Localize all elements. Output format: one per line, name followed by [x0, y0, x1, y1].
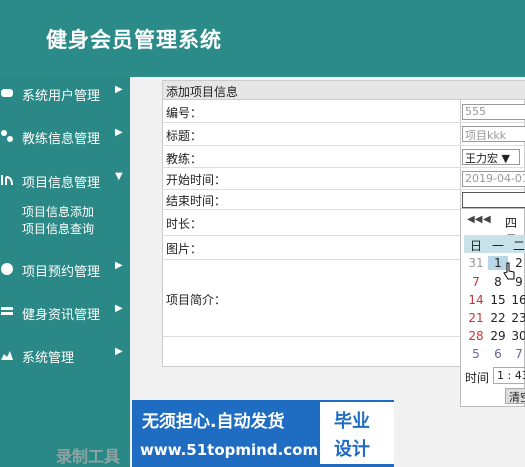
calendar-day[interactable]: 7: [466, 275, 486, 289]
calendar-day[interactable]: 28: [466, 329, 486, 343]
coach-select[interactable]: 王力宏 ▼: [462, 149, 520, 165]
weekday-label: 日: [469, 239, 482, 253]
weekday-label: 一: [491, 239, 504, 253]
chevron-right-icon: ▶: [115, 346, 123, 357]
clear-button[interactable]: 清空: [505, 388, 525, 404]
calendar-day[interactable]: 23: [509, 311, 525, 325]
sidebar-item-coaches[interactable]: 教练信息管理 ▶: [0, 120, 130, 156]
promo-badge: 毕业 设计: [320, 402, 394, 464]
title-label: 标题：: [166, 129, 203, 143]
sidebar-item-label: 教练信息管理: [22, 132, 101, 147]
end-time-label: 结束时间：: [166, 194, 227, 208]
image-label: 图片：: [166, 242, 203, 256]
number-label: 编号：: [166, 106, 203, 120]
calendar-day[interactable]: 31: [466, 256, 486, 270]
app-header: 健身会员管理系统: [0, 0, 525, 77]
mouse-cursor-icon: [503, 262, 517, 282]
time-label: 时间: [465, 371, 490, 385]
sidebar-subitem-project-query[interactable]: 项目信息查询: [22, 220, 94, 237]
number-input[interactable]: 555: [462, 104, 525, 120]
sidebar-item-label: 健身资讯管理: [22, 308, 101, 323]
sidebar-item-projects[interactable]: 项目信息管理 ▼: [0, 164, 130, 200]
prev-year-icon[interactable]: ◀◀: [467, 214, 482, 225]
calendar-day[interactable]: 14: [466, 293, 486, 307]
sidebar-item-label: 项目预约管理: [22, 265, 101, 280]
sidebar-item-label: 系统管理: [22, 351, 75, 366]
calendar-day[interactable]: 5: [466, 347, 486, 361]
coach-icon: [0, 129, 14, 143]
start-time-label: 开始时间：: [166, 173, 227, 187]
calendar-day[interactable]: 29: [488, 329, 508, 343]
sidebar-item-label: 系统用户管理: [22, 89, 101, 104]
chevron-right-icon: ▶: [115, 260, 123, 271]
sidebar-item-system[interactable]: 系统管理 ▶: [0, 339, 130, 375]
coach-label: 教练：: [166, 152, 203, 166]
chevron-down-icon: ▼: [115, 171, 123, 182]
calendar-day[interactable]: 6: [488, 347, 508, 361]
sidebar-subitem-project-add[interactable]: 项目信息添加: [22, 203, 94, 220]
user-icon: [0, 86, 14, 100]
watermark: 录制工具: [56, 447, 121, 466]
duration-label: 时长：: [166, 217, 203, 231]
date-picker-popup: ◀◀ ◀ 四月 日 一 二 31 1 2 7 8 9 14 15 16 21 2…: [460, 208, 525, 407]
promo-badge-line1: 毕业: [334, 411, 370, 432]
settings-icon: [0, 348, 14, 362]
weekday-label: 二: [512, 239, 525, 253]
sidebar-item-appointments[interactable]: 项目预约管理 ▶: [0, 253, 130, 289]
prev-month-icon[interactable]: ◀: [483, 214, 491, 225]
promo-line1: 无须担心.自动发货: [142, 412, 285, 432]
sidebar: 系统用户管理 ▶ 教练信息管理 ▶ 项目信息管理 ▼ 项目信息添加 项目信息查询…: [0, 77, 130, 467]
chevron-right-icon: ▶: [115, 303, 123, 314]
calendar-day[interactable]: 30: [509, 329, 525, 343]
sidebar-item-users[interactable]: 系统用户管理 ▶: [0, 77, 130, 113]
chevron-right-icon: ▶: [115, 84, 123, 95]
calendar-day[interactable]: 22: [488, 311, 508, 325]
chevron-right-icon: ▶: [115, 127, 123, 138]
calendar-day[interactable]: 16: [509, 293, 525, 307]
start-time-input[interactable]: 2019-04-01: [462, 171, 525, 187]
sidebar-item-label: 项目信息管理: [22, 176, 101, 191]
form-header: 添加项目信息: [163, 81, 525, 100]
calendar-day[interactable]: 21: [466, 311, 486, 325]
app-title: 健身会员管理系统: [46, 28, 222, 52]
sidebar-item-news[interactable]: 健身资讯管理 ▶: [0, 296, 130, 332]
project-icon: [0, 173, 14, 187]
appointment-icon: [0, 262, 14, 276]
news-icon: [0, 305, 14, 319]
title-input[interactable]: 项目kkk: [462, 126, 525, 142]
time-input[interactable]: 1 : 43: [493, 367, 525, 384]
promo-line2: www.51topmind.com: [140, 441, 319, 459]
end-time-input[interactable]: [462, 192, 525, 208]
intro-label: 项目简介：: [166, 293, 227, 307]
promo-badge-line2: 设计: [334, 439, 370, 460]
calendar-day[interactable]: 7: [509, 347, 525, 361]
calendar-day[interactable]: 15: [488, 293, 508, 307]
